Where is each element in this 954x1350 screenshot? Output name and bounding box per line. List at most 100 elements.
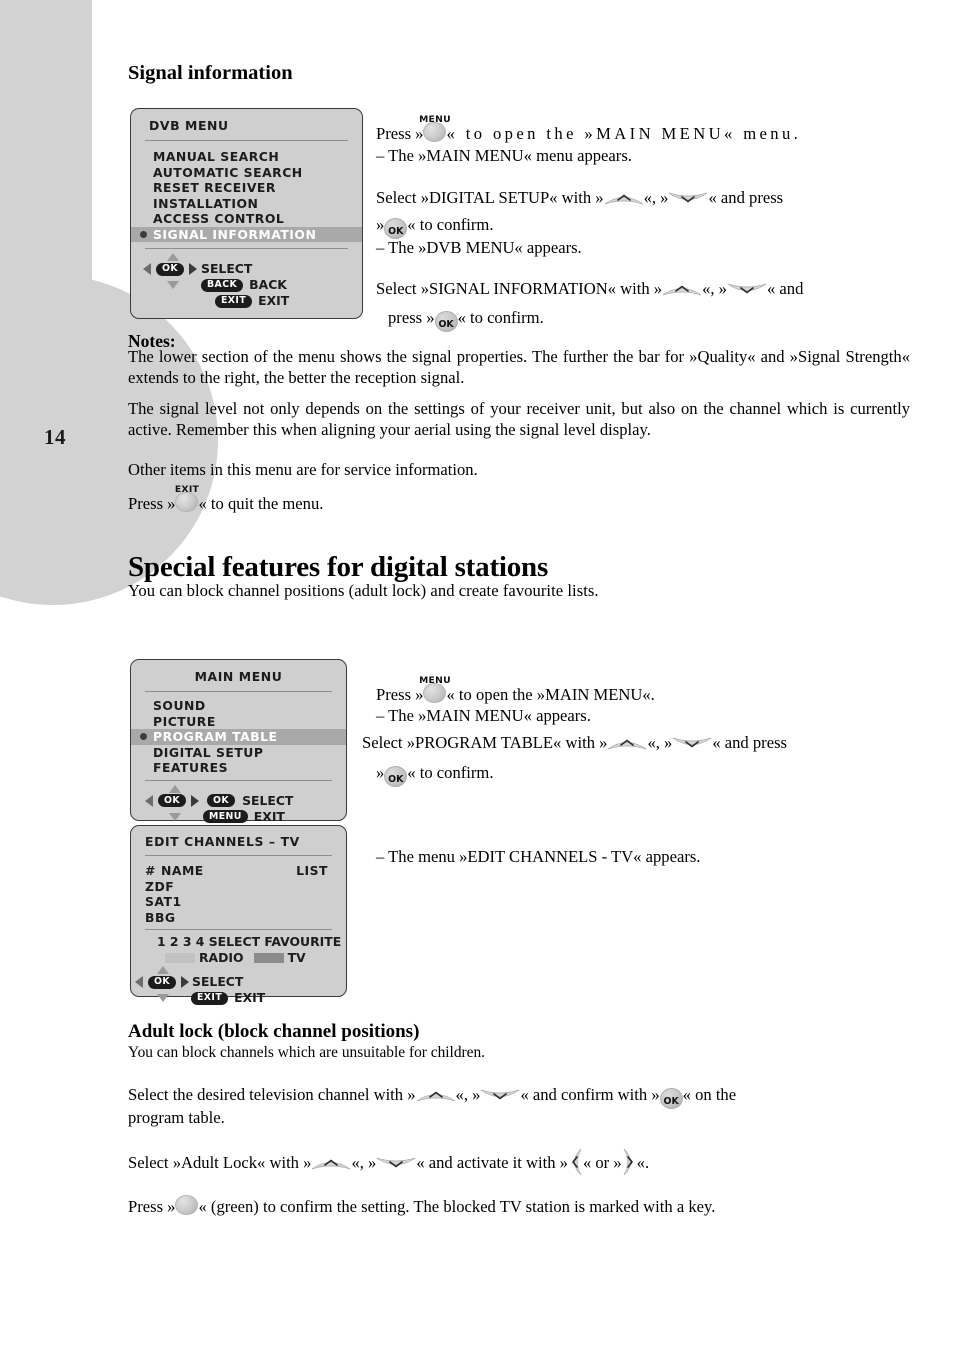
osd-main-menu: MAIN MENU SOUND PICTURE PROGRAM TABLE DI… — [130, 659, 347, 824]
step-text: Press » — [376, 124, 424, 143]
section-intro-adult-lock: You can block channels which are unsuita… — [128, 1044, 486, 1061]
menu-item[interactable]: RESET RECEIVER — [153, 180, 362, 196]
green-button-icon[interactable] — [175, 1195, 199, 1215]
selection-bullet-icon — [140, 230, 147, 238]
ok-pill[interactable]: OK — [158, 794, 187, 807]
menu-item[interactable]: ACCESS CONTROL — [153, 211, 362, 227]
exit-pill[interactable]: EXIT — [191, 991, 229, 1005]
menu-button-caption: MENU — [419, 114, 451, 125]
arrow-right-icon[interactable] — [189, 263, 198, 275]
menu-button-icon[interactable]: MENU — [419, 675, 451, 703]
arrow-left-icon[interactable] — [143, 263, 151, 275]
ok-pill[interactable]: OK — [156, 262, 185, 276]
menu-item-selected[interactable]: PROGRAM TABLE — [131, 729, 346, 745]
step-text: « and press — [712, 733, 787, 752]
step-text: « or » — [582, 1153, 622, 1172]
step-text: « to confirm. — [457, 308, 544, 327]
step-select-digital-setup: Select »DIGITAL SETUP« with » «, » « and… — [376, 188, 910, 209]
arrow-down-rocker-icon[interactable] — [376, 1156, 416, 1171]
step-open-main-menu: Press » MENU « to open the »MAIN MENU« men… — [376, 114, 910, 145]
menu-item[interactable]: PICTURE — [153, 714, 346, 730]
step-text: Select »DIGITAL SETUP« with » — [376, 188, 604, 207]
osd-edit-channels-nav: 1 2 3 4 SELECT FAVOURITE RADIO TV OK SEL… — [131, 930, 346, 1014]
menu-item[interactable]: DIGITAL SETUP — [153, 745, 346, 761]
step2-select-program-table: Select »PROGRAM TABLE« with » «, » « and… — [362, 733, 910, 754]
table-header-row: # NAME LIST — [145, 863, 346, 879]
arrow-up-rocker-icon[interactable] — [311, 1156, 351, 1171]
arrow-down-rocker-icon[interactable] — [668, 191, 708, 206]
arrow-right-rocker-icon[interactable] — [622, 1148, 637, 1176]
arrow-up-rocker-icon[interactable] — [604, 191, 644, 206]
table-row[interactable]: BBG — [145, 910, 346, 926]
arrow-up-icon[interactable] — [157, 966, 169, 974]
notes-paragraph-1: The lower section of the menu shows the … — [128, 347, 910, 387]
ok-button-icon[interactable]: OK — [384, 766, 408, 787]
menu-item[interactable]: FEATURES — [153, 760, 346, 776]
menu-item[interactable]: AUTOMATIC SEARCH — [153, 165, 362, 181]
menu-item[interactable]: SOUND — [153, 698, 346, 714]
selection-bullet-icon — [140, 733, 147, 740]
arrow-right-icon[interactable] — [181, 976, 190, 988]
osd-dvb-menu: DVB MENU MANUAL SEARCH AUTOMATIC SEARCH … — [130, 108, 363, 319]
exit-pill[interactable]: EXIT — [215, 294, 253, 308]
arrow-down-rocker-icon[interactable] — [480, 1088, 520, 1103]
nav-back-label: BACK — [249, 277, 287, 292]
tv-swatch-icon — [253, 953, 284, 963]
step3-select-adult-lock: Select »Adult Lock« with » «, » « and ac… — [128, 1148, 910, 1176]
menu-item[interactable]: MANUAL SEARCH — [153, 149, 362, 165]
page-number: 14 — [44, 425, 66, 449]
step-quit-menu: Press » EXIT « to quit the menu. — [128, 484, 628, 515]
arrow-up-icon[interactable] — [167, 253, 179, 261]
ok-button-label: OK — [663, 1096, 679, 1107]
step-text: « and — [766, 279, 804, 298]
arrow-down-icon[interactable] — [169, 812, 181, 821]
menu-pill[interactable]: MENU — [203, 810, 248, 823]
nav-exit-label: EXIT — [234, 990, 266, 1005]
ok-button-icon[interactable]: OK — [659, 1088, 683, 1109]
menu-button-icon[interactable]: MENU — [419, 114, 451, 142]
arrow-up-rocker-icon[interactable] — [416, 1088, 456, 1103]
table-row[interactable]: SAT1 — [145, 894, 346, 910]
step2-result-edit-channels: – The menu »EDIT CHANNELS - TV« appears. — [376, 847, 701, 866]
step-text: « to confirm. — [407, 763, 494, 782]
arrow-right-icon[interactable] — [191, 794, 200, 807]
step3-select-channel: Select the desired television channel wi… — [128, 1085, 910, 1109]
ok-button-icon[interactable]: OK — [434, 311, 458, 332]
ok-button-label: OK — [388, 774, 404, 785]
osd-dvb-menu-items: MANUAL SEARCH AUTOMATIC SEARCH RESET REC… — [131, 141, 362, 248]
step-result-main-menu: – The »MAIN MENU« menu appears. — [376, 146, 632, 165]
ok-pill-2[interactable]: OK — [207, 794, 236, 807]
arrow-up-rocker-icon[interactable] — [607, 736, 647, 751]
exit-button-icon[interactable]: EXIT — [175, 484, 199, 512]
arrow-down-icon[interactable] — [157, 994, 169, 1002]
menu-item-selected[interactable]: SIGNAL INFORMATION — [131, 226, 362, 242]
menu-item[interactable]: INSTALLATION — [153, 196, 362, 212]
arrow-down-rocker-icon[interactable] — [727, 282, 767, 297]
step-text: Select the desired television channel wi… — [128, 1085, 416, 1104]
ok-pill[interactable]: OK — [148, 975, 177, 989]
arrow-up-rocker-icon[interactable] — [662, 282, 702, 297]
step-text: «, » — [702, 279, 727, 298]
arrow-left-rocker-icon[interactable] — [568, 1148, 583, 1176]
step-text: Select »Adult Lock« with » — [128, 1153, 312, 1172]
menu-item-label: SIGNAL INFORMATION — [153, 226, 317, 242]
step-text: « on the — [682, 1085, 737, 1104]
arrow-down-rocker-icon[interactable] — [672, 736, 712, 751]
step-text: « and confirm with » — [520, 1085, 660, 1104]
step-press-confirm: press » OK « to confirm. — [388, 308, 922, 332]
ok-button-icon[interactable]: OK — [384, 218, 408, 239]
step2-open-main-menu: Press » MENU « to open the »MAIN MENU«. — [376, 675, 910, 706]
radio-swatch-icon — [165, 953, 195, 963]
arrow-left-icon[interactable] — [145, 794, 153, 807]
table-row[interactable]: ZDF — [145, 879, 346, 895]
step-text: «, » — [643, 188, 669, 207]
step3-select-channel-line2: program table. — [128, 1108, 225, 1127]
arrow-up-icon[interactable] — [169, 784, 181, 793]
osd-main-menu-title: MAIN MENU — [194, 669, 283, 684]
arrow-left-icon[interactable] — [135, 976, 143, 988]
back-pill[interactable]: BACK — [201, 278, 244, 292]
arrow-down-icon[interactable] — [167, 281, 179, 289]
step-text: Press » — [128, 1197, 176, 1216]
step-text: «, » — [455, 1085, 481, 1104]
step2-result-main-menu: – The »MAIN MENU« appears. — [376, 706, 591, 725]
